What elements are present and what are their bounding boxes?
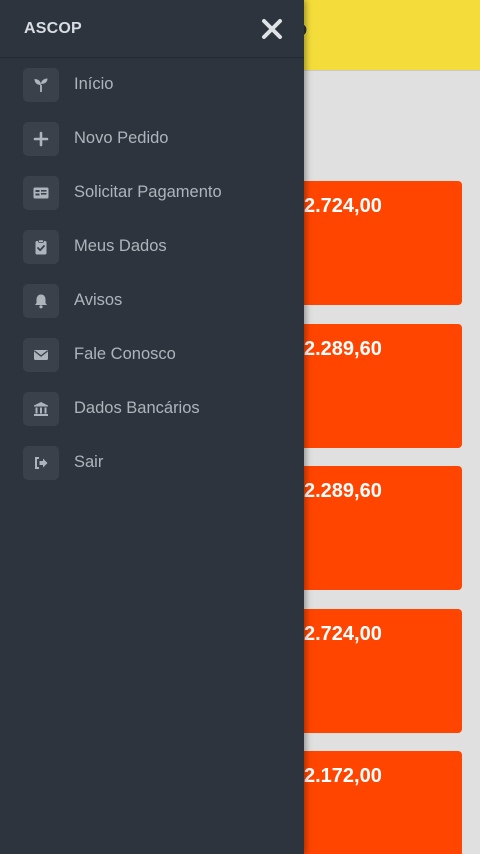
card-value: 2.724,00 [304,623,382,645]
navigation-drawer: ASCOP Início Novo Pedido Solicitar Pagam… [0,0,304,854]
sign-out-icon [23,446,59,480]
menu-item-fale-conosco[interactable]: Fale Conosco [0,328,304,382]
close-icon[interactable] [258,15,286,43]
menu-item-label: Dados Bancários [74,399,200,417]
menu-item-novo-pedido[interactable]: Novo Pedido [0,112,304,166]
menu-item-dados-bancarios[interactable]: Dados Bancários [0,382,304,436]
menu-item-label: Avisos [74,291,123,309]
menu-item-label: Sair [74,453,104,471]
menu-item-avisos[interactable]: Avisos [0,274,304,328]
menu-item-inicio[interactable]: Início [0,58,304,112]
menu-item-label: Novo Pedido [74,129,169,147]
id-card-icon [23,176,59,210]
envelope-icon [23,338,59,372]
card-value: 2.289,60 [304,338,382,360]
menu-item-label: Fale Conosco [74,345,176,363]
drawer-title: ASCOP [24,20,82,37]
card-value: 2.172,00 [304,765,382,787]
menu-item-sair[interactable]: Sair [0,436,304,490]
menu-item-label: Solicitar Pagamento [74,183,222,201]
menu-item-label: Início [74,75,114,93]
card-value: 2.724,00 [304,195,382,217]
menu-item-label: Meus Dados [74,237,167,255]
menu-item-meus-dados[interactable]: Meus Dados [0,220,304,274]
bell-icon [23,284,59,318]
drawer-header: ASCOP [0,0,304,58]
menu-item-solicitar-pagamento[interactable]: Solicitar Pagamento [0,166,304,220]
bank-icon [23,392,59,426]
plus-icon [23,122,59,156]
sprout-icon [23,68,59,102]
clipboard-check-icon [23,230,59,264]
card-value: 2.289,60 [304,480,382,502]
